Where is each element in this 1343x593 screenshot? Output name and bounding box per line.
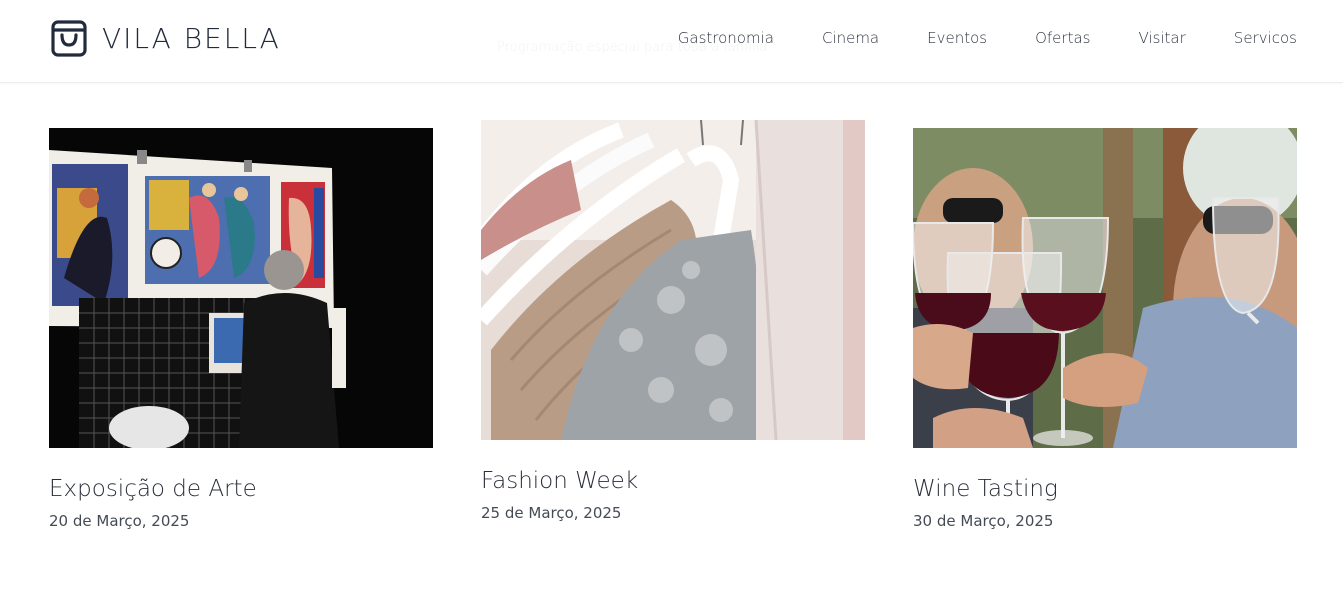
- main-nav: Gastronomia Cinema Eventos Ofertas Visit…: [678, 29, 1297, 47]
- shopping-bag-icon: [50, 18, 88, 58]
- event-card[interactable]: Wine Tasting 30 de Março, 2025: [913, 128, 1297, 530]
- event-date: 30 de Março, 2025: [913, 512, 1054, 530]
- nav-link-cinema[interactable]: Cinema: [822, 29, 879, 47]
- event-date: 20 de Março, 2025: [49, 512, 190, 530]
- wine-toast-photo[interactable]: [913, 128, 1297, 448]
- event-card[interactable]: Fashion Week 25 de Março, 2025: [481, 120, 865, 522]
- art-exhibition-photo[interactable]: [49, 128, 433, 448]
- event-title[interactable]: Exposição de Arte: [49, 476, 433, 502]
- site-header: VILA BELLA Programação especial para tod…: [0, 0, 1343, 83]
- nav-link-servicos[interactable]: Servicos: [1234, 29, 1297, 47]
- clothes-hangers-photo[interactable]: [481, 120, 865, 440]
- event-title[interactable]: Wine Tasting: [913, 476, 1297, 502]
- event-date: 25 de Março, 2025: [481, 504, 622, 522]
- nav-link-eventos[interactable]: Eventos: [927, 29, 987, 47]
- nav-link-visitar[interactable]: Visitar: [1138, 29, 1185, 47]
- event-title[interactable]: Fashion Week: [481, 468, 865, 494]
- event-card[interactable]: Exposição de Arte 20 de Março, 2025: [49, 128, 433, 530]
- brand-name: VILA BELLA: [102, 21, 281, 55]
- logo-link[interactable]: VILA BELLA: [50, 18, 281, 58]
- nav-link-ofertas[interactable]: Ofertas: [1035, 29, 1090, 47]
- nav-link-gastronomia[interactable]: Gastronomia: [678, 29, 774, 47]
